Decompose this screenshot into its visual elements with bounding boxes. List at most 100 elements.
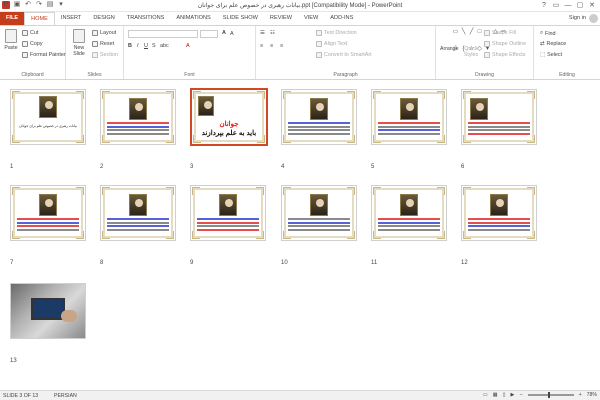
slide-thumbnail-3[interactable]: جوانان باید به علم بپردازند: [190, 88, 268, 146]
slide-thumbnail-7[interactable]: [10, 185, 86, 241]
slide-thumbnail-4[interactable]: [281, 89, 357, 145]
clipboard-group: Paste Cut Copy Format Painter Clipboard: [0, 26, 66, 79]
new-slide-button[interactable]: New Slide: [70, 29, 88, 57]
tab-animations[interactable]: ANIMATIONS: [170, 12, 216, 25]
close-button[interactable]: ✕: [586, 0, 598, 11]
quick-styles-button[interactable]: Quick Styles: [460, 46, 482, 58]
textbox-shape-icon[interactable]: ▭: [452, 29, 459, 36]
slide-thumbnail-9[interactable]: [190, 185, 266, 241]
slide-number: 1: [10, 164, 14, 170]
align-center-icon[interactable]: ≡: [270, 43, 273, 49]
slide-thumbnail-5[interactable]: [371, 89, 447, 145]
layout-button[interactable]: Layout: [92, 30, 116, 36]
save-icon[interactable]: ▣: [13, 1, 21, 9]
grow-font-icon[interactable]: A: [222, 30, 226, 36]
section-button[interactable]: Section: [92, 52, 118, 58]
tab-file[interactable]: FILE: [0, 12, 25, 25]
maximize-button[interactable]: ▢: [574, 0, 586, 11]
paste-icon: [5, 29, 17, 43]
tab-design[interactable]: DESIGN: [87, 12, 120, 25]
powerpoint-window: P ▣ ↶ ↷ ▤ ▾ بیانات رهبری در خصوص علم برا…: [0, 0, 600, 400]
font-group: A A B I U S abc A Font: [124, 26, 256, 79]
format-painter-button[interactable]: Format Painter: [22, 52, 66, 58]
ribbon-display-options-button[interactable]: ▭: [550, 0, 562, 11]
shrink-font-icon[interactable]: A: [230, 31, 234, 37]
slide-thumbnail-2[interactable]: [100, 89, 176, 145]
window-controls: ? ▭ — ▢ ✕: [538, 0, 598, 11]
tab-insert[interactable]: INSERT: [55, 12, 87, 25]
slide-number: 7: [10, 260, 14, 266]
align-right-icon[interactable]: ≡: [280, 43, 283, 49]
language-indicator[interactable]: PERSIAN: [54, 393, 77, 399]
slide-thumbnail-11[interactable]: [371, 185, 447, 241]
paste-button[interactable]: Paste: [2, 29, 20, 51]
reset-button[interactable]: Reset: [92, 41, 114, 47]
minimize-button[interactable]: —: [562, 0, 574, 11]
slide-number: 5: [371, 164, 375, 170]
underline-icon[interactable]: U: [144, 43, 148, 49]
reading-view-icon[interactable]: ▯: [503, 392, 506, 398]
select-icon: ⬚: [540, 52, 546, 58]
tab-transitions[interactable]: TRANSITIONS: [121, 12, 171, 25]
line2-shape-icon[interactable]: ╱: [468, 29, 475, 36]
zoom-level[interactable]: 78%: [587, 392, 597, 398]
cut-button[interactable]: Cut: [22, 30, 38, 36]
shadow-icon[interactable]: S: [152, 43, 156, 49]
shape-fill-button[interactable]: Shape Fill: [484, 30, 516, 36]
avatar[interactable]: [589, 14, 598, 23]
align-left-icon[interactable]: ≡: [260, 43, 263, 49]
redo-icon[interactable]: ↷: [35, 1, 43, 9]
slide-thumbnail-1[interactable]: بیانات رهبری در خصوص علم برای جوانان: [10, 89, 86, 145]
undo-icon[interactable]: ↶: [24, 1, 32, 9]
font-color-icon[interactable]: A: [186, 43, 190, 49]
leader-portrait: [129, 98, 147, 120]
help-button[interactable]: ?: [538, 0, 550, 11]
select-button[interactable]: ⬚ Select: [540, 52, 562, 58]
slide-thumbnail-8[interactable]: [100, 185, 176, 241]
slide-thumbnail-12[interactable]: [461, 185, 537, 241]
slide-body-text: [17, 218, 79, 236]
start-slideshow-icon[interactable]: ▤: [46, 1, 54, 9]
strikethrough-icon[interactable]: abc: [160, 43, 169, 49]
copy-button[interactable]: Copy: [22, 41, 43, 47]
shape-outline-button[interactable]: Shape Outline: [484, 41, 526, 47]
text-direction-button[interactable]: Text Direction: [316, 30, 357, 36]
arrange-button[interactable]: Arrange: [440, 46, 458, 52]
slide-thumbnail-13[interactable]: [10, 283, 86, 339]
tab-view[interactable]: VIEW: [298, 12, 324, 25]
zoom-slider[interactable]: [527, 392, 574, 398]
slide-thumbnail-10[interactable]: [281, 185, 357, 241]
convert-smartart-button[interactable]: Convert to SmartArt: [316, 52, 372, 58]
zoom-in-button[interactable]: +: [579, 392, 582, 398]
normal-view-icon[interactable]: ▭: [483, 392, 488, 398]
tab-home[interactable]: HOME: [24, 12, 55, 25]
tab-slide-show[interactable]: SLIDE SHOW: [217, 12, 264, 25]
align-text-button[interactable]: Align Text: [316, 41, 347, 47]
sign-in-link[interactable]: Sign in: [569, 12, 586, 25]
slide-sorter-view-icon[interactable]: ▦: [493, 392, 498, 398]
slideshow-view-icon[interactable]: ▶: [511, 392, 515, 398]
bullets-icon[interactable]: ☰: [260, 30, 265, 36]
customize-qat-icon[interactable]: ▾: [57, 1, 65, 9]
slide-number: 11: [371, 260, 378, 266]
italic-icon[interactable]: I: [137, 43, 139, 49]
numbering-icon[interactable]: ☷: [270, 30, 275, 36]
shape-effects-button[interactable]: Shape Effects: [484, 52, 525, 58]
font-size-box[interactable]: [200, 30, 218, 38]
laptop-photo: [11, 284, 85, 338]
tab-add-ins[interactable]: ADD-INS: [324, 12, 359, 25]
align-text-icon: [316, 41, 322, 47]
line-shape-icon[interactable]: ╲: [460, 29, 467, 36]
slide-number: 6: [461, 164, 465, 170]
font-name-box[interactable]: [128, 30, 198, 38]
leader-portrait: [39, 96, 57, 118]
bold-icon[interactable]: B: [128, 43, 132, 49]
slide-number: 4: [281, 164, 285, 170]
tab-review[interactable]: REVIEW: [264, 12, 298, 25]
zoom-out-button[interactable]: −: [520, 392, 523, 398]
search-icon: ⌕: [540, 30, 544, 36]
find-button[interactable]: ⌕ Find: [540, 30, 556, 37]
slide-thumbnail-6[interactable]: [461, 89, 537, 145]
replace-button[interactable]: ⇄ Replace: [540, 41, 566, 47]
slide-body-text: [378, 218, 440, 236]
